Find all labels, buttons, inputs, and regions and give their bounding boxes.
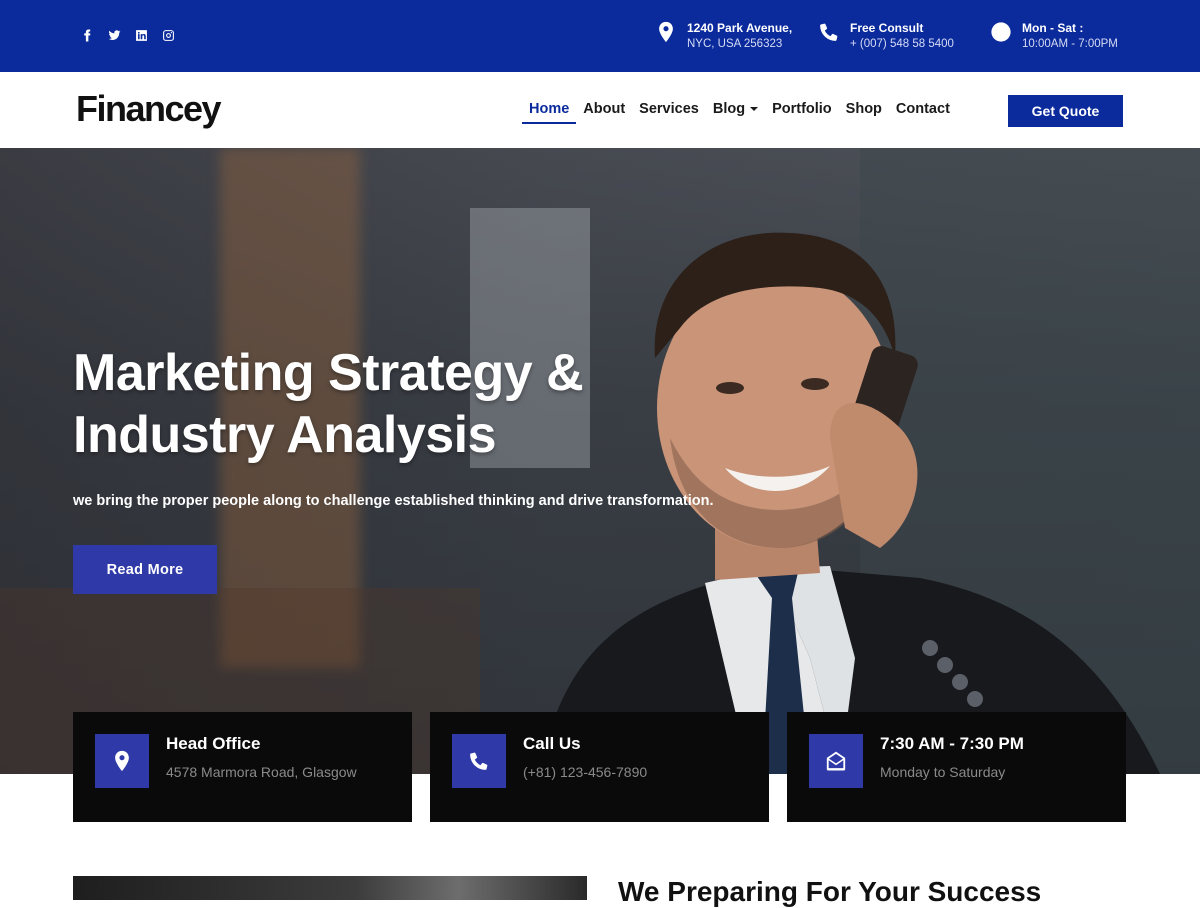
nav-home[interactable]: Home xyxy=(522,100,577,124)
site-logo[interactable]: Financey xyxy=(76,88,222,130)
twitter-icon[interactable] xyxy=(107,28,122,43)
hours-info: Mon - Sat : 10:00AM - 7:00PM xyxy=(990,20,1118,52)
phone-icon xyxy=(452,734,506,788)
about-heading: We Preparing For Your Success xyxy=(618,876,1042,907)
address-info: 1240 Park Avenue, NYC, USA 256323 xyxy=(655,20,792,52)
chevron-down-icon xyxy=(750,107,759,111)
nav-services[interactable]: Services xyxy=(632,100,706,124)
nav-home-label: Home xyxy=(529,101,570,117)
hero-person-image xyxy=(540,232,1160,774)
social-links xyxy=(80,28,176,43)
card-title: 7:30 AM - 7:30 PM xyxy=(880,734,1024,753)
hours-title: Mon - Sat : xyxy=(1022,21,1084,35)
address-sub: NYC, USA 256323 xyxy=(687,38,783,50)
read-more-button[interactable]: Read More xyxy=(73,545,217,594)
nav-services-label: Services xyxy=(639,101,699,117)
hours-sub: 10:00AM - 7:00PM xyxy=(1022,38,1118,50)
nav-shop-label: Shop xyxy=(845,101,882,117)
nav-blog-label: Blog xyxy=(712,101,746,117)
card-title: Head Office xyxy=(166,734,261,753)
clock-icon xyxy=(990,21,1012,43)
nav-blog[interactable]: Blog xyxy=(706,100,765,124)
consult-info[interactable]: Free Consult + (007) 548 58 5400 xyxy=(818,20,954,52)
hero-banner: Marketing Strategy & Industry Analysis w… xyxy=(0,148,1200,774)
hero-subtitle: we bring the proper people along to chal… xyxy=(73,493,714,509)
address-title: 1240 Park Avenue, xyxy=(687,21,793,35)
card-subtitle: 4578 Marmora Road, Glasgow xyxy=(166,764,357,780)
nav-contact-label: Contact xyxy=(895,101,950,117)
get-quote-button[interactable]: Get Quote xyxy=(1008,95,1123,127)
about-image xyxy=(73,876,587,900)
call-us-card: Call Us (+81) 123-456-7890 xyxy=(430,712,769,822)
map-pin-icon xyxy=(655,21,677,43)
main-nav: Home About Services Blog Portfolio Shop … xyxy=(522,100,957,124)
consult-phone: + (007) 548 58 5400 xyxy=(850,38,954,50)
nav-portfolio[interactable]: Portfolio xyxy=(765,100,839,124)
instagram-icon[interactable] xyxy=(161,28,176,43)
hours-card: 7:30 AM - 7:30 PM Monday to Saturday xyxy=(787,712,1126,822)
card-phone[interactable]: (+81) 123-456-7890 xyxy=(523,764,647,780)
card-title: Call Us xyxy=(523,734,581,753)
nav-about-label: About xyxy=(583,101,626,117)
linkedin-icon[interactable] xyxy=(134,28,149,43)
top-bar: 1240 Park Avenue, NYC, USA 256323 Free C… xyxy=(0,0,1200,72)
nav-about[interactable]: About xyxy=(576,100,632,124)
nav-shop[interactable]: Shop xyxy=(839,100,889,124)
phone-icon xyxy=(818,21,840,43)
hero-title: Marketing Strategy & Industry Analysis xyxy=(73,344,584,464)
nav-contact[interactable]: Contact xyxy=(889,100,957,124)
card-subtitle: Monday to Saturday xyxy=(880,764,1006,780)
nav-portfolio-label: Portfolio xyxy=(772,101,832,117)
envelope-open-icon xyxy=(809,734,863,788)
consult-title: Free Consult xyxy=(850,21,924,35)
map-pin-icon xyxy=(95,734,149,788)
head-office-card: Head Office 4578 Marmora Road, Glasgow xyxy=(73,712,412,822)
main-header: Financey Home About Services Blog Portfo… xyxy=(0,72,1200,148)
facebook-icon[interactable] xyxy=(80,28,95,43)
